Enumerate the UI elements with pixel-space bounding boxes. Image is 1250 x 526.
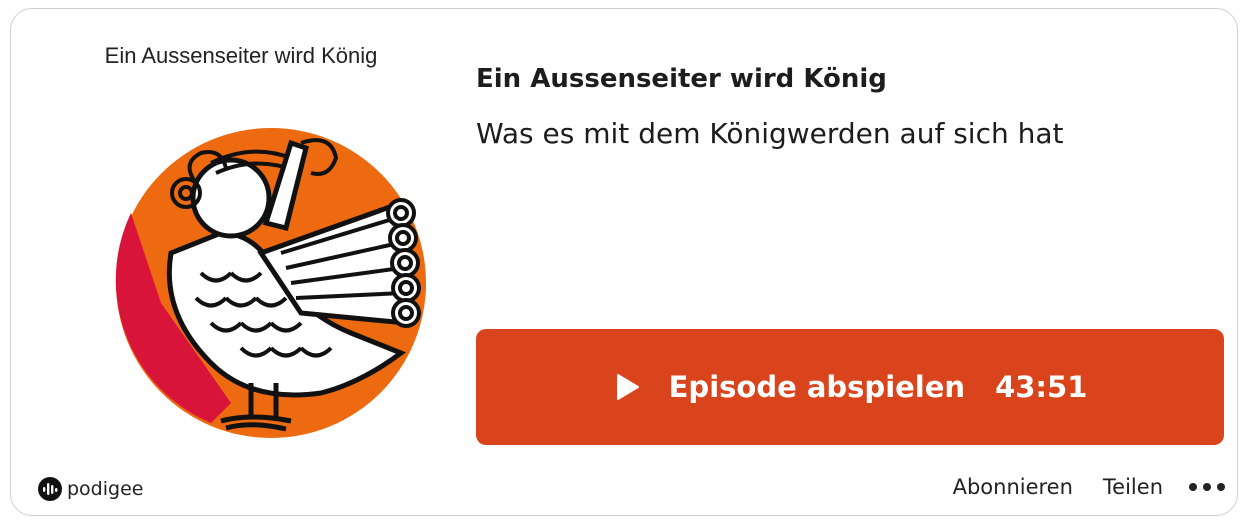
episode-subtitle: Was es mit dem Königwerden auf sich hat (476, 117, 1064, 150)
cover-title: Ein Aussenseiter wird König (104, 43, 378, 68)
podigee-logo-icon (38, 477, 62, 501)
player-actions: Abonnieren Teilen (923, 475, 1225, 499)
podcast-player-card: Ein Aussenseiter wird König Ein Aussense… (10, 8, 1238, 516)
episode-cover: Ein Aussenseiter wird König (41, 27, 441, 447)
play-episode-button[interactable]: Episode abspielen 43:51 (476, 329, 1224, 445)
siren-bird-illustration-icon (115, 128, 426, 438)
more-dots-icon[interactable] (1189, 483, 1225, 491)
share-link[interactable]: Teilen (1103, 475, 1163, 499)
subscribe-link[interactable]: Abonnieren (953, 475, 1073, 499)
play-icon (613, 373, 641, 401)
episode-title: Ein Aussenseiter wird König (476, 64, 887, 94)
podigee-brand-name: podigee (67, 478, 144, 500)
podigee-brand[interactable]: podigee (37, 476, 143, 502)
play-episode-label: Episode abspielen (668, 370, 966, 404)
episode-duration: 43:51 (995, 370, 1088, 404)
